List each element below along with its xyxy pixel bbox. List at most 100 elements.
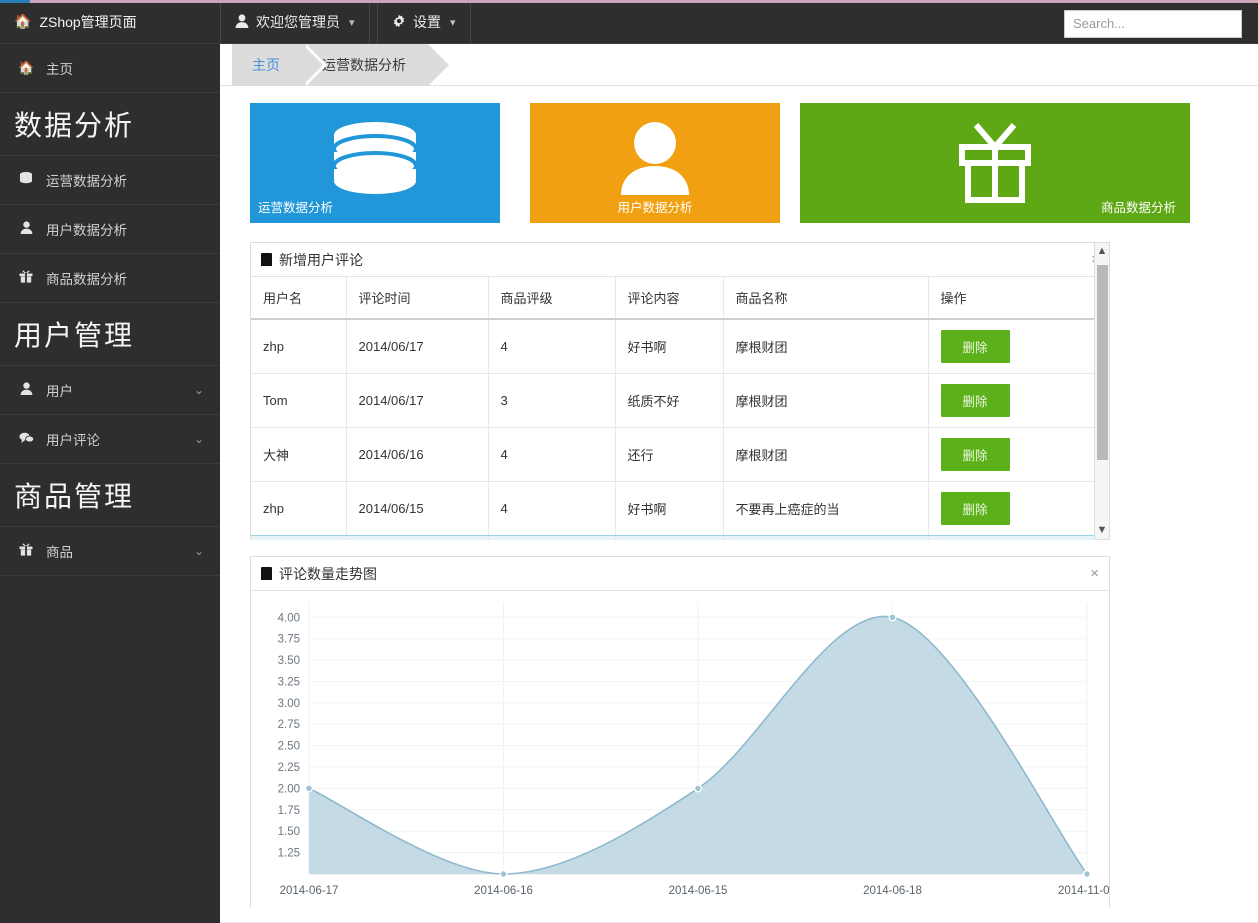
tile-user-analysis[interactable]: 用户数据分析 [530,103,780,223]
delete-button[interactable]: 删除 [940,330,1010,363]
svg-text:1.75: 1.75 [278,805,300,817]
cell-time: 2014/06/15 [346,481,489,536]
cell-action: 删除 [928,373,1094,428]
home-icon: 🏠 [14,13,32,29]
user-icon [18,221,34,237]
comment-trend-chart: 4.00 3.75 3.50 3.25 3.00 2.75 2.50 2.25 2.00 1.75… [278,603,1109,897]
cell-username: zhp [251,481,347,536]
cell-action: 删除 [928,427,1094,482]
sidebar-item-label: 用户评论 [46,433,100,448]
sidebar-item-label: 运营数据分析 [46,174,127,189]
gift-icon [18,270,34,286]
cell-action: 删除 [928,535,1094,540]
table-row[interactable]: zhp 2014/06/15 4 好书啊 不要再上癌症的当 删除 [251,481,1094,536]
cell-content: 还行 [615,427,724,482]
brand-logo[interactable]: 🏠 ZShop管理页面 [0,0,220,44]
table-row[interactable]: Tom 2014/06/17 3 纸质不好 摩根财团 删除 [251,373,1094,428]
chevron-down-icon: ▾ [450,16,456,29]
svg-text:3.75: 3.75 [278,634,300,646]
sidebar-section-title-user-management: 用户管理 [0,303,220,366]
sidebar-item-home[interactable]: 🏠 主页 [0,44,220,93]
delete-button[interactable]: 删除 [940,384,1010,417]
comments-panel: 新增用户评论 × 用户名 评论时间 商品评级 评论内容 商品名称 操作 [250,242,1110,540]
cell-rating: 3 [488,373,616,428]
gift-icon [18,543,34,559]
tile-row: 运营数据分析 用户数据分析 商品数据分析 [250,103,1210,223]
cell-content: 纸质不好 [615,535,724,540]
sidebar-item-label: 商品数据分析 [46,272,127,287]
svg-text:3.00: 3.00 [278,698,300,710]
tile-product-analysis[interactable]: 商品数据分析 [800,103,1190,223]
cell-rating: 4 [488,481,616,536]
cell-username: zhp [251,319,347,374]
chevron-down-icon[interactable]: ⌄ [194,544,204,558]
cell-action: 删除 [928,481,1094,536]
user-icon [18,382,34,398]
chevron-down-icon[interactable]: ⌄ [194,383,204,397]
svg-text:1.25: 1.25 [278,848,300,860]
scroll-up-icon[interactable]: ▲ [1095,243,1109,260]
column-header-product: 商品名称 [723,277,929,320]
settings-menu[interactable]: 设置 ▾ [377,0,471,44]
svg-text:3.50: 3.50 [278,655,300,667]
svg-text:3.25: 3.25 [278,676,300,688]
user-icon [235,13,249,31]
gift-icon [956,121,1034,208]
column-header-username: 用户名 [251,277,347,320]
svg-text:2.00: 2.00 [278,783,300,795]
cell-rating: 3 [488,535,616,540]
breadcrumb-item-home[interactable]: 主页 [232,44,327,86]
sidebar-item-label: 用户数据分析 [46,223,127,238]
cell-product: 摩根财团 [723,427,929,482]
column-header-time: 评论时间 [346,277,489,320]
sidebar-section-title-product-management: 商品管理 [0,464,220,527]
sidebar-item-users[interactable]: 用户 ⌄ [0,366,220,415]
cell-time: 2014/06/17 [346,319,489,374]
cell-product: 摩根财团 [723,373,929,428]
table-scrollbar[interactable]: ▲ ▼ [1094,242,1110,540]
svg-text:2014-06-15: 2014-06-15 [669,885,728,897]
column-header-rating: 商品评级 [488,277,616,320]
cell-username: Tom [251,535,347,540]
delete-button[interactable]: 删除 [940,492,1010,525]
cell-username: Tom [251,373,347,428]
top-accent-line [0,0,1258,3]
scroll-down-icon[interactable]: ▼ [1095,522,1109,539]
tile-label: 用户数据分析 [617,201,693,215]
cell-action: 删除 [928,319,1094,374]
cell-rating: 4 [488,319,616,374]
sidebar-item-products[interactable]: 商品 ⌄ [0,527,220,576]
sidebar-item-user-analysis[interactable]: 用户数据分析 [0,205,220,254]
sidebar-item-product-analysis[interactable]: 商品数据分析 [0,254,220,303]
chart-panel: 评论数量走势图 × 4.00 3.75 3.50 3.25 3.00 2.75 2.50 2.… [250,556,1110,908]
comments-table-body: zhp 2014/06/17 4 好书啊 摩根财团 删除 Tom 2014/06… [251,319,1095,540]
delete-button[interactable]: 删除 [940,438,1010,471]
user-icon [619,121,691,200]
user-menu[interactable]: 欢迎您管理员 ▾ [220,0,370,44]
sidebar-item-user-comments[interactable]: 用户评论 ⌄ [0,415,220,464]
table-row[interactable]: Tom 2014/06/15 3 纸质不好 不要再上癌症的当 删除 [251,534,1095,540]
sidebar-item-operation-analysis[interactable]: 运营数据分析 [0,156,220,205]
breadcrumb-bar: 主页 运营数据分析 [220,44,1258,86]
cell-time: 2014/06/16 [346,427,489,482]
svg-text:2014-06-17: 2014-06-17 [280,885,339,897]
column-header-content: 评论内容 [615,277,724,320]
sidebar: 🏠 ZShop管理页面 🏠 主页 数据分析 运营数据分析 用户数据分析 商品数据… [0,0,220,923]
close-icon[interactable]: × [1090,566,1099,581]
cell-content: 纸质不好 [615,373,724,428]
svg-text:1.50: 1.50 [278,826,300,838]
svg-text:2.75: 2.75 [278,719,300,731]
sidebar-section-title-data-analysis: 数据分析 [0,93,220,156]
cell-time: 2014/06/15 [346,535,489,540]
panel-marker-icon [261,253,272,266]
cell-product: 不要再上癌症的当 [723,535,929,540]
brand-label: ZShop管理页面 [39,13,137,30]
table-row[interactable]: zhp 2014/06/17 4 好书啊 摩根财团 删除 [251,319,1094,374]
scrollbar-thumb[interactable] [1097,265,1108,460]
tile-operation-analysis[interactable]: 运营数据分析 [250,103,500,223]
table-row[interactable]: 大神 2014/06/16 4 还行 摩根财团 删除 [251,427,1094,482]
search-input[interactable]: Search... [1064,10,1242,38]
svg-text:2014-06-16: 2014-06-16 [474,885,533,897]
chevron-down-icon[interactable]: ⌄ [194,432,204,446]
svg-text:4.00: 4.00 [278,612,300,624]
